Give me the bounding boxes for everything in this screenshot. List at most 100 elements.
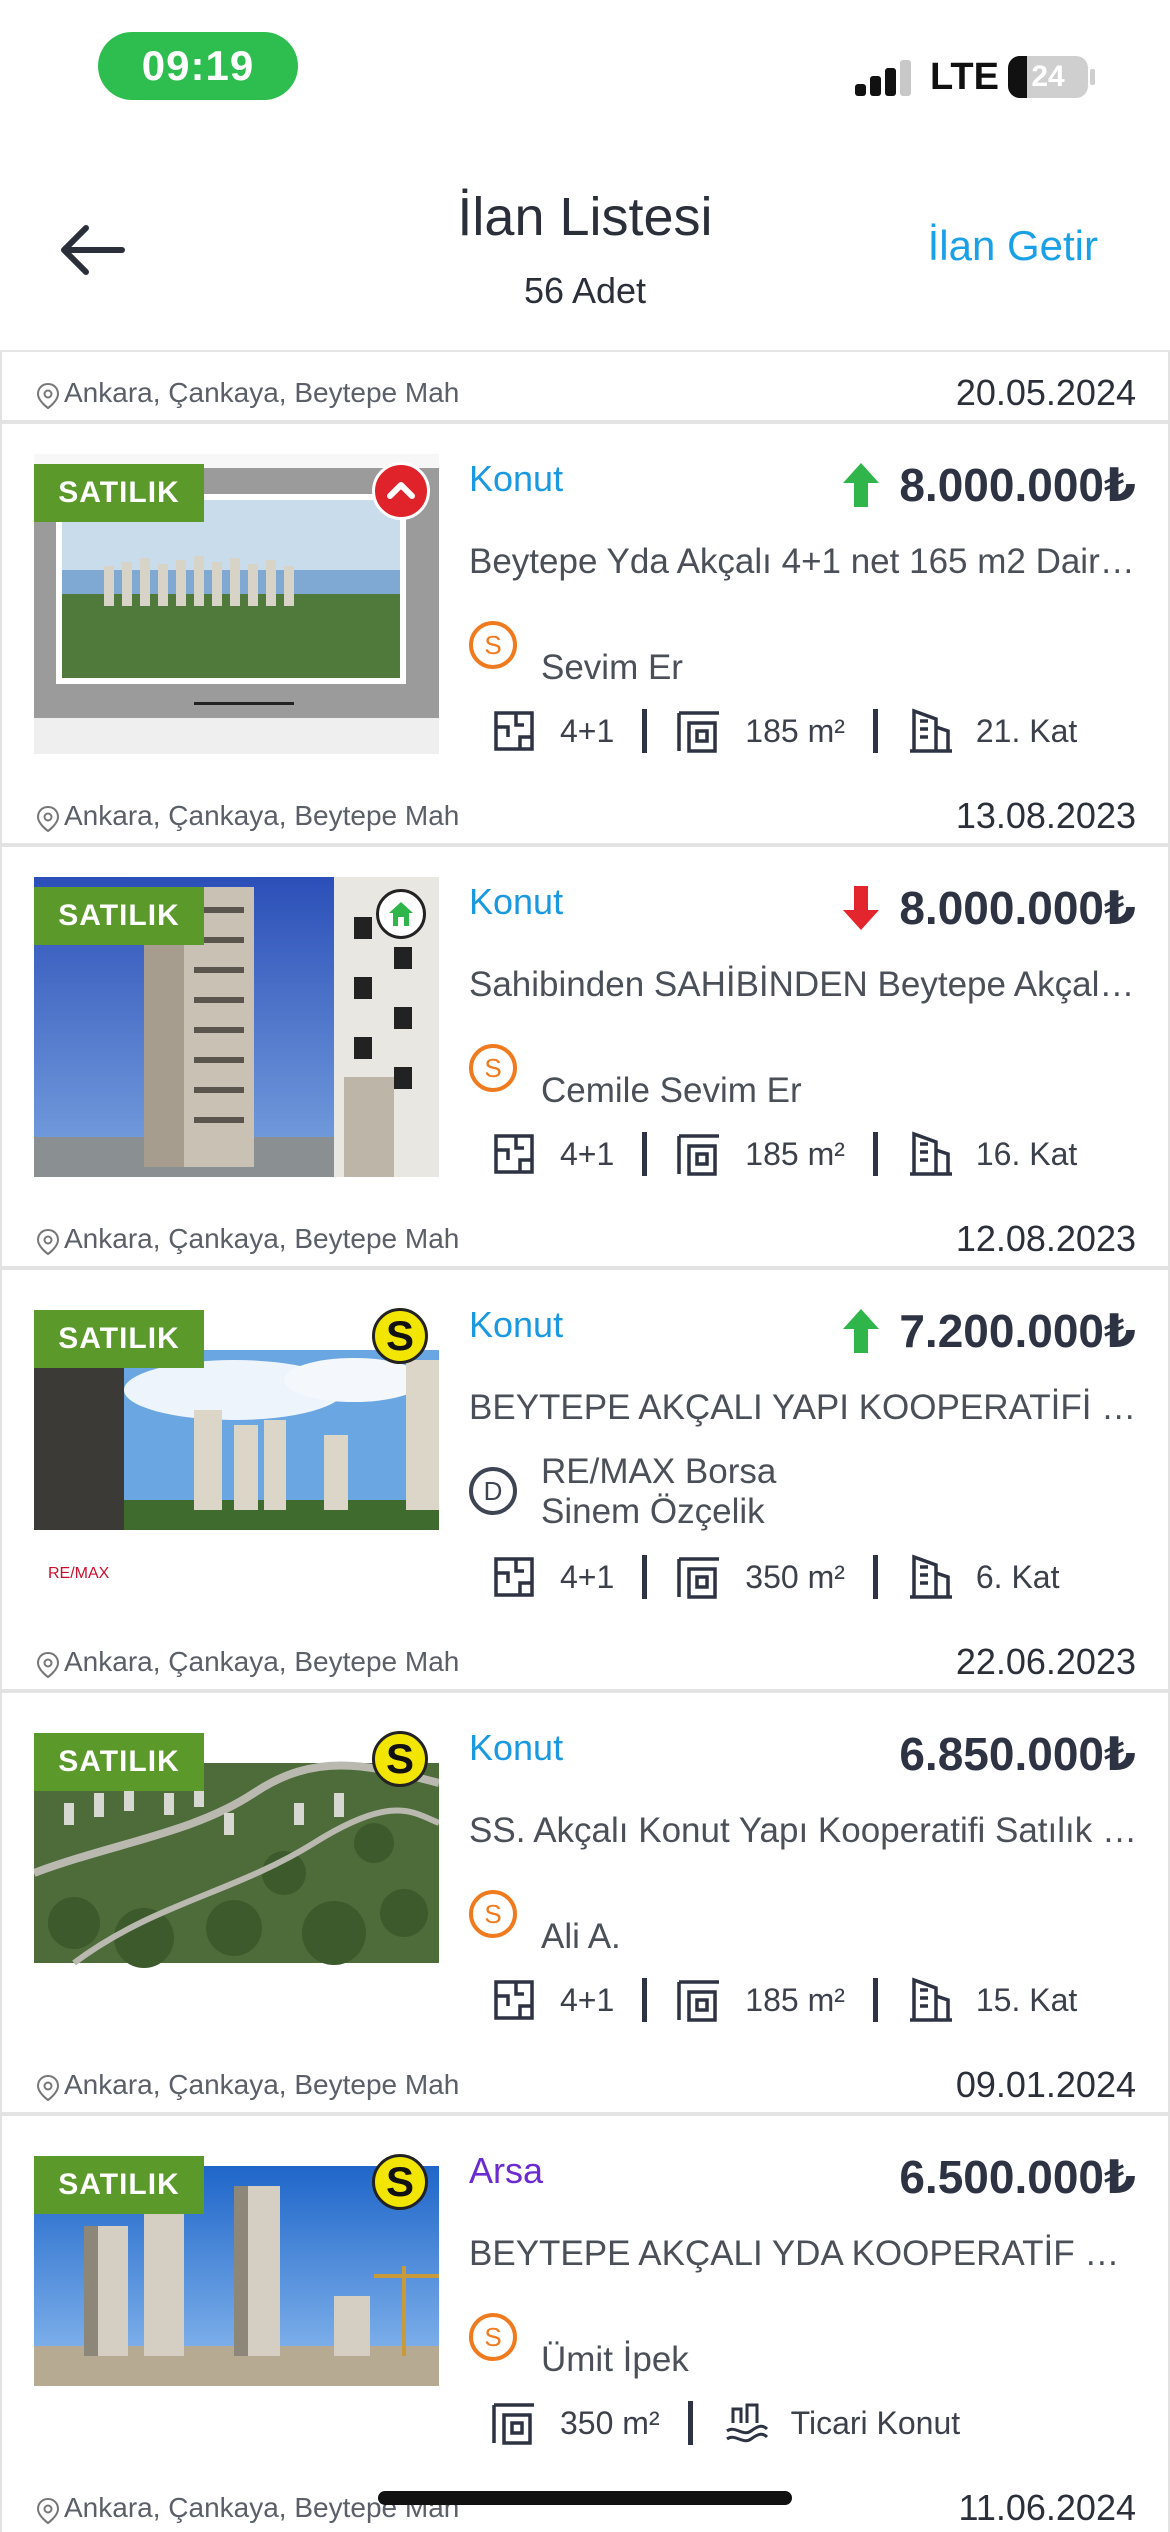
price: 8.000.000₺ xyxy=(899,459,1136,511)
status-bar: 09:19 LTE 24 xyxy=(0,0,1170,140)
listing-card[interactable]: SATILIK Konut 8.000.000₺ Sahibinden SAHİ… xyxy=(0,847,1170,1198)
floor-plan-icon xyxy=(494,711,534,751)
room-count: 4+1 xyxy=(560,1558,615,1595)
store-badge-icon: S xyxy=(372,2154,428,2210)
area-value: 185 m² xyxy=(745,712,845,749)
price-up-arrow-icon xyxy=(843,463,880,507)
building-floor-icon xyxy=(909,1977,952,2022)
agent-name: Ümit İpek xyxy=(541,2340,689,2379)
listing-card[interactable]: SATILIK S Konut 6.850.000₺ SS. Akçalı Ko… xyxy=(0,1693,1170,2044)
area-value: 185 m² xyxy=(745,1135,845,1172)
price: 7.200.000₺ xyxy=(899,1305,1136,1357)
area-icon xyxy=(492,2403,534,2445)
cellular-signal-icon xyxy=(855,58,915,96)
nav-header: İlan Listesi 56 Adet İlan Getir xyxy=(0,160,1170,350)
room-count: 4+1 xyxy=(560,712,615,749)
category-label: Konut xyxy=(469,458,564,499)
agent-name: Ali A. xyxy=(541,1917,621,1956)
location-text: Ankara, Çankaya, Beytepe Mah xyxy=(64,377,460,408)
area-value: 350 m² xyxy=(560,2404,660,2441)
listing-date: 12.08.2023 xyxy=(955,1218,1136,1259)
listing-list[interactable]: Ankara, Çankaya, Beytepe Mah 20.05.2024 xyxy=(0,350,1170,2532)
divider xyxy=(872,1132,878,1176)
sale-badge: SATILIK xyxy=(34,464,204,522)
listing-card[interactable]: RE/MAX SATILIK S Konut 7.200.000₺ BEYTEP… xyxy=(0,1270,1170,1621)
price-block: 6.850.000₺ xyxy=(899,1727,1136,1781)
agent-type-icon: S xyxy=(469,2313,517,2361)
features-row: 350 m² Ticari Konut xyxy=(490,2396,960,2450)
area-icon xyxy=(677,1134,720,1176)
floor-value: 6. Kat xyxy=(975,1558,1060,1595)
listing-title: BEYTEPE AKÇALI YDA KOOPERATİF HİSSESİ SA… xyxy=(469,2234,1139,2273)
zoning-value: Ticari Konut xyxy=(790,2404,961,2441)
listing-date: 11.06.2024 xyxy=(958,2487,1136,2528)
battery-cap xyxy=(1090,69,1095,85)
agent-name: Cemile Sevim Er xyxy=(541,1071,802,1110)
house-badge-icon xyxy=(376,889,426,939)
divider xyxy=(872,1555,878,1599)
listing-date: 20.05.2024 xyxy=(955,372,1136,413)
divider xyxy=(872,1978,878,2022)
store-badge-icon: S xyxy=(372,1731,428,1787)
location-pin-icon xyxy=(36,1651,60,1679)
agent-person-name: Sinem Özçelik xyxy=(541,1492,765,1531)
area-icon xyxy=(677,1557,720,1599)
features-row: 4+1 185 m² 21. Kat xyxy=(490,704,1077,758)
category-label: Konut xyxy=(469,1304,564,1345)
listing-title: Beytepe Yda Akçalı 4+1 net 165 m2 Daire … xyxy=(469,542,1139,581)
listing-date: 13.08.2023 xyxy=(955,795,1136,836)
location-pin-icon xyxy=(36,2074,60,2102)
divider xyxy=(642,1132,648,1176)
sale-badge: SATILIK xyxy=(34,1733,204,1791)
location-row: Ankara, Çankaya, Beytepe Mah 20.05.2024 xyxy=(0,352,1170,424)
home-indicator[interactable] xyxy=(378,2491,792,2505)
status-time: 09:19 xyxy=(98,32,298,100)
price-block: 7.200.000₺ xyxy=(841,1304,1136,1358)
price-up-arrow-icon xyxy=(843,1309,880,1353)
agent-name: Sevim Er xyxy=(541,648,683,687)
listing-date: 09.01.2024 xyxy=(955,2064,1136,2105)
location-pin-icon xyxy=(36,382,60,410)
room-count: 4+1 xyxy=(560,1135,615,1172)
battery-icon: 24 xyxy=(1008,56,1088,98)
listing-card[interactable]: SATILIK Konut 8.000.000₺ Beytepe Yda Akç… xyxy=(0,424,1170,775)
price: 6.500.000₺ xyxy=(899,2151,1136,2203)
area-icon xyxy=(677,1980,720,2022)
location-row: Ankara, Çankaya, Beytepe Mah 12.08.2023 xyxy=(0,1198,1170,1270)
divider xyxy=(687,2401,693,2445)
price-block: 8.000.000₺ xyxy=(841,458,1136,512)
price-block: 8.000.000₺ xyxy=(841,881,1136,935)
category-label: Arsa xyxy=(469,2150,544,2191)
location-text: Ankara, Çankaya, Beytepe Mah xyxy=(64,2069,460,2100)
store-badge-icon: S xyxy=(372,1308,428,1364)
building-floor-icon xyxy=(909,1554,952,1599)
location-text: Ankara, Çankaya, Beytepe Mah xyxy=(64,1646,460,1677)
category-label: Konut xyxy=(469,1727,564,1768)
agent-type-icon: D xyxy=(469,1467,517,1515)
fetch-listings-button[interactable]: İlan Getir xyxy=(928,222,1098,270)
agent-type-icon: S xyxy=(469,621,517,669)
category-label: Konut xyxy=(469,881,564,922)
building-floor-icon xyxy=(909,708,952,753)
features-row: 4+1 185 m² 15. Kat xyxy=(490,1973,1077,2027)
location-row: Ankara, Çankaya, Beytepe Mah 22.06.2023 xyxy=(0,1621,1170,1693)
location-pin-icon xyxy=(36,2497,60,2525)
area-icon xyxy=(677,711,720,753)
price: 8.000.000₺ xyxy=(899,882,1136,934)
price: 6.850.000₺ xyxy=(899,1728,1136,1780)
sale-badge: SATILIK xyxy=(34,887,204,945)
listing-title: SS. Akçalı Konut Yapı Kooperatifi Satılı… xyxy=(469,1811,1139,1850)
divider xyxy=(642,1978,648,2022)
floor-plan-icon xyxy=(494,1557,534,1597)
listing-title: Sahibinden SAHİBİNDEN Beytepe Akçalı Yap… xyxy=(469,965,1139,1004)
features-row: 4+1 350 m² 6. Kat xyxy=(490,1550,1059,1604)
listing-card[interactable]: SATILIK S Arsa 6.500.000₺ BEYTEPE AKÇALI… xyxy=(0,2116,1170,2467)
floor-plan-icon xyxy=(494,1134,534,1174)
divider xyxy=(642,709,648,753)
listing-count: 56 Adet xyxy=(523,270,647,311)
price-down-arrow-icon xyxy=(843,886,880,930)
price-drop-badge-icon xyxy=(372,462,430,520)
agent-type-icon: S xyxy=(469,1890,517,1938)
room-count: 4+1 xyxy=(560,1981,615,2018)
features-row: 4+1 185 m² 16. Kat xyxy=(490,1127,1077,1181)
